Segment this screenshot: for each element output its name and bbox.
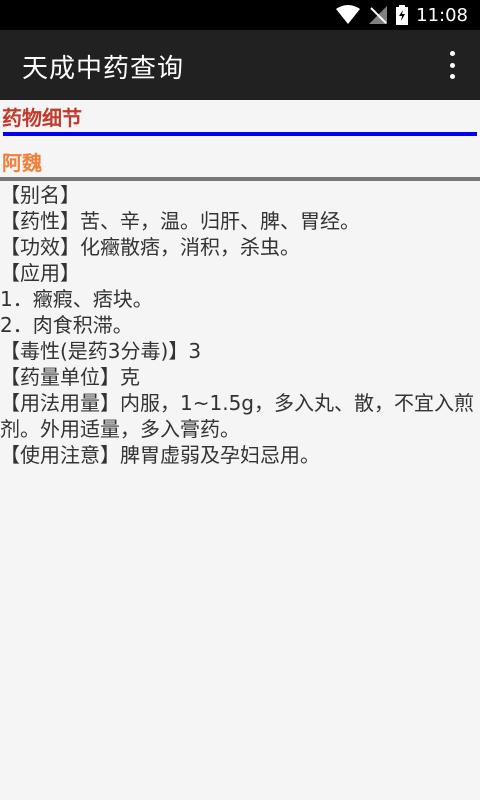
app-bar: 天成中药查询: [0, 30, 480, 100]
detail-line-unit: 【药量单位】克: [0, 365, 140, 389]
detail-line-property: 【药性】苦、辛，温。归肝、脾、胃经。: [0, 209, 360, 233]
herb-name: 阿魏: [2, 151, 42, 175]
clock: 11:08: [416, 4, 468, 26]
battery-charging-icon: [396, 5, 409, 25]
detail-line-application-2: 2．肉食积滞。: [0, 313, 133, 337]
detail-line-dosage: 【用法用量】内服，1~1.5g，多入丸、散，不宜入煎剂。外用适量，多入膏药。: [0, 391, 474, 441]
detail-line-caution: 【使用注意】脾胃虚弱及孕妇忌用。: [0, 443, 320, 467]
signal-off-icon: [368, 5, 388, 25]
status-icons: 11:08: [336, 0, 468, 30]
detail-text: 【别名】 【药性】苦、辛，温。归肝、脾、胃经。 【功效】化癥散痞，消积，杀虫。 …: [0, 182, 478, 468]
detail-line-effect: 【功效】化癥散痞，消积，杀虫。: [0, 235, 300, 259]
blue-divider: [3, 132, 477, 136]
detail-line-alias: 【别名】: [0, 183, 80, 207]
gray-divider: [0, 177, 480, 181]
status-bar: 11:08: [0, 0, 480, 30]
detail-line-application-1: 1．癥瘕、痞块。: [0, 287, 153, 311]
detail-line-toxicity: 【毒性(是药3分毒)】3: [0, 339, 202, 363]
detail-line-application: 【应用】: [0, 261, 80, 285]
more-vert-icon[interactable]: [442, 51, 462, 79]
app-title: 天成中药查询: [22, 54, 185, 84]
wifi-icon: [336, 5, 361, 25]
section-title: 药物细节: [2, 106, 82, 130]
